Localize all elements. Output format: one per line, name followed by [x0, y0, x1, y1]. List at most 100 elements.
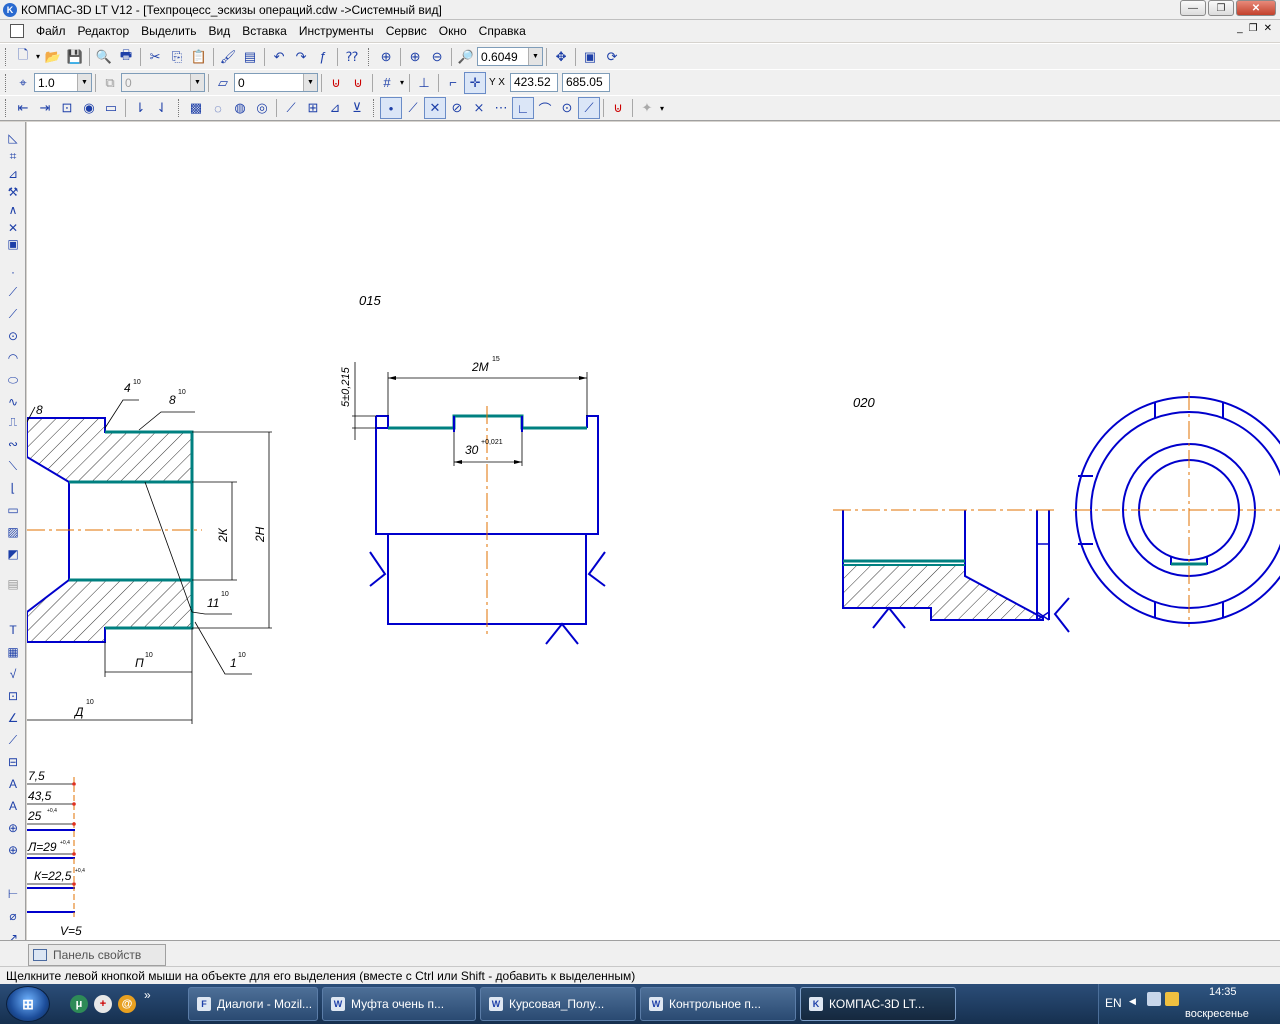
snap-nearest-point-icon[interactable]: •	[380, 97, 402, 119]
menu-insert[interactable]: Вставка	[236, 24, 293, 38]
help-pointer-icon[interactable]: ⁇	[341, 46, 363, 68]
center-mark-icon[interactable]: ⊕	[4, 842, 22, 858]
edit-2-icon[interactable]: ◌	[207, 97, 229, 119]
open-folder-icon[interactable]: 📂	[42, 46, 64, 68]
properties-icon[interactable]: ▤	[239, 46, 261, 68]
point-icon[interactable]: ·	[4, 264, 22, 280]
menu-window[interactable]: Окно	[433, 24, 473, 38]
selection-icon[interactable]: ▣	[4, 236, 22, 252]
quicklaunch-plus-icon[interactable]: +	[94, 995, 112, 1013]
dropdown-arrow-icon[interactable]: ▾	[36, 52, 40, 61]
snap-intersection-icon[interactable]: ✕	[424, 97, 446, 119]
fillet-icon[interactable]: ⌊	[4, 480, 22, 496]
toolbar-grip[interactable]	[373, 99, 376, 117]
target-icon[interactable]: ◉	[78, 97, 100, 119]
utorrent-icon[interactable]: μ	[70, 995, 88, 1013]
toolbar-grip[interactable]	[5, 99, 8, 117]
menu-file[interactable]: Файл	[30, 24, 72, 38]
edit-3-icon[interactable]: ◍	[229, 97, 251, 119]
refresh-icon[interactable]: ⟳	[601, 46, 623, 68]
chamfer-icon[interactable]: ⟍	[4, 458, 22, 474]
document-icon[interactable]	[10, 24, 24, 38]
snap-more-icon[interactable]: ✦	[636, 97, 658, 119]
snap-magnet-icon[interactable]: ⊍	[325, 72, 347, 94]
dimension-table[interactable]: 7,5 43,5 25 +0,4 Л=29 +0,4 К=22,5 +0,4 V…	[27, 769, 85, 938]
line-style-2-icon[interactable]: ⇃	[151, 97, 173, 119]
function-icon[interactable]: ƒ	[312, 46, 334, 68]
undo-icon[interactable]: ↶	[268, 46, 290, 68]
chevron-down-icon[interactable]: ▼	[303, 74, 317, 91]
edit-4-icon[interactable]: ◎	[251, 97, 273, 119]
tray-expand-icon[interactable]: ◀	[1129, 996, 1136, 1007]
toolbar-grip[interactable]	[5, 47, 8, 66]
restore-button[interactable]: ❐	[1208, 0, 1234, 16]
spline-icon[interactable]: ∿	[4, 394, 22, 410]
view-parameters-icon[interactable]: ⊡	[56, 97, 78, 119]
close-button[interactable]: ✕	[1236, 0, 1276, 16]
diameter-dim-icon[interactable]: ⌀	[4, 908, 22, 924]
menu-tools[interactable]: Инструменты	[293, 24, 380, 38]
segment-icon[interactable]: ⟋	[4, 306, 22, 322]
toolbar-grip[interactable]	[5, 73, 8, 92]
zoom-window-icon[interactable]: ⊕	[375, 46, 397, 68]
y-coordinate-field[interactable]: 685.05	[561, 73, 610, 92]
line-style-icon[interactable]: ⇂	[129, 97, 151, 119]
drawing-canvas[interactable]: 8 4 10 8 10 2К 2Н 11 10 1 10 П 10 Д 10 7…	[27, 122, 1280, 940]
dimensions-icon[interactable]: ⌗	[4, 148, 22, 164]
new-document-icon[interactable]: 🗋	[12, 46, 34, 68]
ellipse-icon[interactable]: ⬭	[4, 372, 22, 388]
cursor-step-icon[interactable]: ⌖	[12, 72, 34, 94]
editing-icon[interactable]: ⚒	[4, 184, 22, 200]
snap-angle-icon[interactable]: ∟	[512, 97, 534, 119]
edit-6-icon[interactable]: ⊞	[302, 97, 324, 119]
chevron-down-icon[interactable]: ▼	[528, 48, 543, 65]
view-new-icon[interactable]: ⇥	[34, 97, 56, 119]
zoom-scale-icon[interactable]: 🔎	[455, 46, 477, 68]
axis-icon[interactable]: ⊕	[4, 820, 22, 836]
parametrization-icon[interactable]: ∧	[4, 202, 22, 218]
sleeve-section-view[interactable]: 8 4 10 8 10 2К 2Н 11 10 1 10 П 10 Д 10	[27, 379, 272, 724]
designations-icon[interactable]: ⊿	[4, 166, 22, 182]
snap-alignment-icon[interactable]: ⟋	[578, 97, 600, 119]
arc-icon[interactable]: ◠	[4, 350, 22, 366]
print-icon[interactable]: 🖶	[115, 46, 137, 68]
mdi-minimize-button[interactable]: _	[1237, 23, 1243, 34]
menu-help[interactable]: Справка	[473, 24, 532, 38]
fill-icon[interactable]: ◩	[4, 546, 22, 562]
task-firefox[interactable]: F Диалоги - Mozil...	[188, 987, 318, 1021]
pan-icon[interactable]: ✥	[550, 46, 572, 68]
position-leader-icon[interactable]: ⟋	[4, 732, 22, 748]
snap-magnet-icon[interactable]: ⊍	[607, 97, 629, 119]
circle-icon[interactable]: ⊙	[4, 328, 22, 344]
aux-line-icon[interactable]: ⟋	[4, 284, 22, 300]
save-icon[interactable]: 💾	[64, 46, 86, 68]
drawing-svg[interactable]: 8 4 10 8 10 2К 2Н 11 10 1 10 П 10 Д 10 7…	[27, 122, 1280, 940]
edit-5-icon[interactable]: ⟋	[280, 97, 302, 119]
language-indicator[interactable]: EN	[1105, 996, 1122, 1010]
geometry-icon[interactable]: ◺	[4, 130, 22, 146]
view-icon[interactable]: ⇤	[12, 97, 34, 119]
layer-combo[interactable]: 0 ▼	[234, 73, 318, 92]
edit-1-icon[interactable]: ▩	[185, 97, 207, 119]
measure-icon[interactable]: ✕	[4, 220, 22, 236]
layers-icon[interactable]: ▱	[212, 72, 234, 94]
edit-8-icon[interactable]: ⊻	[346, 97, 368, 119]
bezier-icon[interactable]: ∾	[4, 436, 22, 452]
zoom-out-icon[interactable]: ⊖	[426, 46, 448, 68]
operation-020-sketch[interactable]: 020	[833, 392, 1280, 633]
leader-icon[interactable]: ∠	[4, 710, 22, 726]
step-combo[interactable]: 1.0 ▼	[34, 73, 92, 92]
task-kompas[interactable]: K КОМПАС-3D LT...	[800, 987, 956, 1021]
snap-center-icon[interactable]: ⊙	[556, 97, 578, 119]
base-icon[interactable]: ⊡	[4, 688, 22, 704]
security-alert-icon[interactable]	[1165, 992, 1179, 1006]
properties-panel-tab[interactable]: Панель свойств	[28, 944, 166, 966]
edit-7-icon[interactable]: ⊿	[324, 97, 346, 119]
linear-dim-icon[interactable]: ⊢	[4, 886, 22, 902]
operation-015-sketch[interactable]: 015 2М 15 30 +0,021 5±0,215	[340, 293, 606, 645]
view-arrow-icon[interactable]: A	[4, 798, 22, 814]
chevron-down-icon[interactable]: ▼	[77, 74, 91, 91]
snap-point-on-curve-icon[interactable]: ⌒	[534, 97, 556, 119]
snap-normal-icon[interactable]: ⨯	[468, 97, 490, 119]
snap-magnet-local-icon[interactable]: ⊍	[347, 72, 369, 94]
